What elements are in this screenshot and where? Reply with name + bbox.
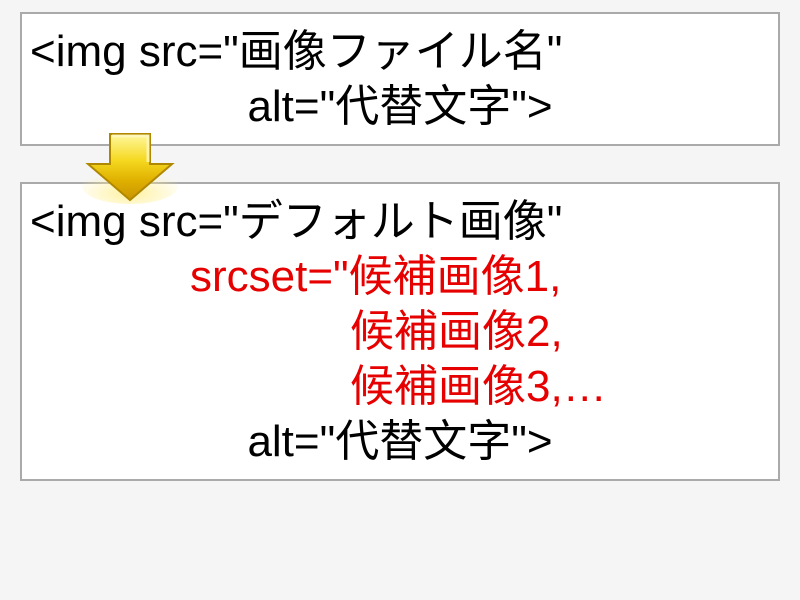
code-line: <img src="画像ファイル名"	[30, 24, 770, 79]
code-line-srcset: 候補画像2,	[30, 304, 770, 359]
arrow-container	[20, 144, 780, 184]
code-line-srcset: srcset="候補画像1,	[30, 249, 770, 304]
down-arrow-icon	[80, 126, 180, 206]
srcset-img-tag-box: <img src="デフォルト画像" srcset="候補画像1, 候補画像2,…	[20, 182, 780, 481]
code-line-srcset: 候補画像3,…	[30, 359, 770, 414]
code-line: alt="代替文字">	[30, 414, 770, 469]
